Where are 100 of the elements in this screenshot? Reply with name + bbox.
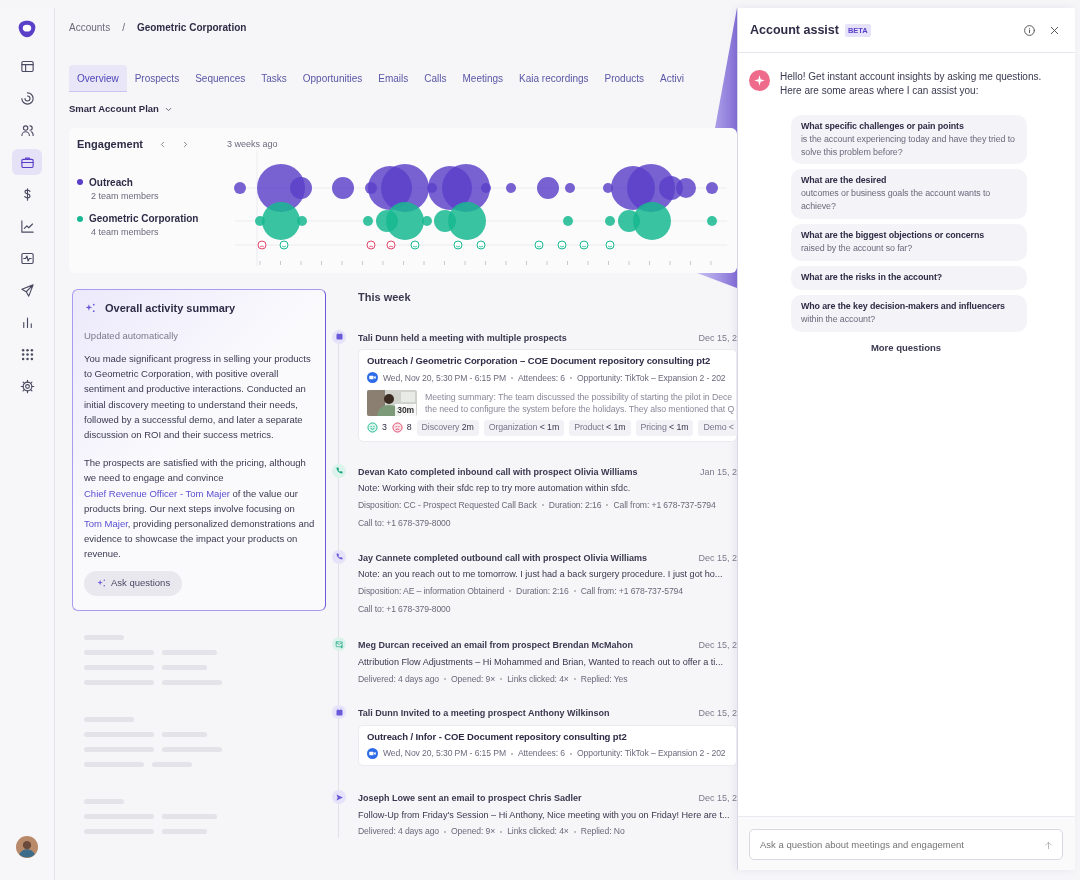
member-count: 2 team members <box>90 189 160 203</box>
tab[interactable]: Activi <box>652 65 692 92</box>
bubble <box>363 215 373 226</box>
tab[interactable]: Prospects <box>126 65 188 92</box>
meeting-title: Outreach / Infor - COE Document repository consulting pt2 <box>367 729 628 744</box>
assistant-avatar <box>749 69 770 91</box>
smile-icon <box>534 240 544 250</box>
summary-paragraph: You made significant progress in selling your products to Geometric Corporation, with positive overall sentiment and productive interactions. Conducted an initial discovery meeting to understand their needs, followed by a successful demo, and later a separate discussion on ROI and their success metrics. <box>84 352 312 442</box>
tab[interactable]: Opportunities <box>294 65 371 92</box>
meta-text: Duration: 2:16 <box>548 498 602 512</box>
suggestion-button[interactable]: What are the risks in the account? <box>791 266 1027 290</box>
suggestion-button[interactable]: Who are the key decision-makers and influencers within the account? <box>791 294 1027 332</box>
arrow-up-icon <box>1043 840 1054 851</box>
person-link[interactable]: Chief Revenue Officer - Tom Majer <box>84 487 230 499</box>
info-icon <box>1023 23 1036 37</box>
event-headline: Devan Kato completed inbound call with prospect Olivia Williams <box>358 465 638 479</box>
tab[interactable]: Kaia recordings <box>511 65 597 92</box>
breadcrumb-link[interactable]: Accounts <box>69 20 111 35</box>
bubble <box>563 215 573 226</box>
smile-icon <box>410 240 420 250</box>
people-icon <box>19 122 35 138</box>
tab[interactable]: Products <box>596 65 653 92</box>
smile-icon <box>605 240 615 250</box>
meta-text: Replied: Yes <box>580 672 628 686</box>
panel-title: Account assist <box>750 22 839 39</box>
layout-icon <box>19 58 35 74</box>
meta-text: Attendees: 6 <box>517 747 565 761</box>
event-headline: Tali Dunn Invited to a meeting prospect Anthony Wilkinson <box>358 707 610 721</box>
more-questions-button[interactable]: More questions <box>791 339 1021 356</box>
summary-text: Meeting summary: The team discussed the possibility of starting the pilot in Dece <box>425 390 734 404</box>
chevron-right-icon <box>181 140 190 149</box>
bubble <box>565 182 575 193</box>
summary-text: the need to configure the system before the holidays. They also mentioned that Q <box>425 403 735 417</box>
period-label: 3 weeks ago <box>227 137 278 151</box>
bubble <box>234 181 246 194</box>
user-avatar[interactable] <box>16 836 38 858</box>
meeting-title: Outreach / Geometric Corporation – COE Document repository consulting pt2 <box>367 354 712 369</box>
event-date: Jan 15, 2 <box>699 465 737 479</box>
meta-text: Opened: 9× <box>451 825 496 839</box>
tab[interactable]: Sequences <box>187 65 254 92</box>
suggestion-button[interactable]: What are the desired outcomes or business goals the account wants to achieve? <box>791 169 1027 220</box>
logo-icon[interactable] <box>17 19 37 39</box>
suggestion-button[interactable]: What specific challenges or pain points is the account experiencing today and have they tried to solve this problem before? <box>791 114 1027 165</box>
person-link[interactable]: Tom Majer <box>84 517 128 529</box>
settings-icon <box>19 378 35 394</box>
event-note: Attribution Flow Adjustments – Hi Mohammed and Brian, Wanted to reach out to offer a ti... <box>358 655 724 669</box>
meta-text: Duration: 2:16 <box>516 584 569 598</box>
bubble <box>707 215 717 226</box>
smile-icon <box>279 240 289 250</box>
event-note: Follow-Up from Friday's Session – Hi Anthony, Nice meeting with you on Friday! Here are t... <box>358 808 731 822</box>
section-title: Engagement <box>77 137 143 153</box>
breadcrumb-current: Geometric Corporation <box>136 21 247 35</box>
event-headline: Jay Cannete completed outbound call with prospect Olivia Williams <box>358 551 647 565</box>
legend-label: Outreach <box>89 175 133 190</box>
meta-text: Opportunity: TikTok – Expansion 2 - 202 <box>577 371 726 385</box>
sidebar-item[interactable] <box>12 149 42 175</box>
sentiment-count: 8 <box>406 421 412 435</box>
chevron-left-icon <box>158 140 167 149</box>
send-icon <box>19 282 35 298</box>
section-title: This week <box>358 290 412 306</box>
bubble <box>537 176 559 199</box>
topic-chip: Discovery 2m <box>416 420 479 436</box>
suggestion-button[interactable]: What are the biggest objections or concerns raised by the account so far? <box>791 224 1027 261</box>
ask-questions-button[interactable]: Ask questions <box>84 571 183 596</box>
meta-text: Links clicked: 4× <box>507 825 569 839</box>
tab[interactable]: Emails <box>370 65 417 92</box>
event-note: Note: Working with their sfdc rep to try more automation within sfdc. <box>358 482 632 496</box>
smile-icon <box>476 240 486 250</box>
sentiment-count: 3 <box>382 421 387 435</box>
smile-icon <box>579 240 589 250</box>
member-count: 4 team members <box>90 226 160 240</box>
tab[interactable]: Meetings <box>454 65 512 92</box>
question-input[interactable]: Ask a question about meetings and engagement <box>749 829 1063 860</box>
smile-icon <box>453 240 463 250</box>
meta-text: Delivered: 4 days ago <box>358 672 440 686</box>
tab[interactable]: Tasks <box>253 65 295 92</box>
meta-text: Call from: +1 678-737-5794 <box>580 584 683 598</box>
video-call-icon <box>367 748 378 760</box>
meta-text: Wed, Nov 20, 5:30 PM - 6:15 PM <box>383 747 506 761</box>
calendar-icon <box>334 332 344 342</box>
topic-chip: Pricing < 1m <box>635 420 694 436</box>
event-date: Dec 15, 2 <box>698 792 737 806</box>
bubble <box>706 181 718 194</box>
topic-chip: Demo < <box>698 420 737 436</box>
phone-icon <box>334 466 344 476</box>
bubble <box>506 182 516 193</box>
frown-icon <box>391 422 403 434</box>
tab[interactable]: Overview <box>69 65 127 92</box>
event-headline: Tali Dunn held a meeting with multiple prospects <box>358 331 567 345</box>
meta-text: Disposition: CC - Prospect Requested Call Back <box>358 498 537 512</box>
phone-icon <box>334 552 344 561</box>
tab[interactable]: Calls <box>416 65 455 92</box>
event-date: Dec 15, 2 <box>698 639 737 653</box>
meta-text: Links clicked: 4× <box>507 672 569 686</box>
bubble <box>332 176 354 199</box>
plan-dropdown[interactable]: Smart Account Plan <box>69 102 173 117</box>
event-date: Dec 15, 2 <box>698 707 737 721</box>
topic-chip: Organization < 1m <box>483 420 565 436</box>
legend-label: Geometric Corporation <box>89 212 199 227</box>
briefcase-icon <box>19 154 35 170</box>
